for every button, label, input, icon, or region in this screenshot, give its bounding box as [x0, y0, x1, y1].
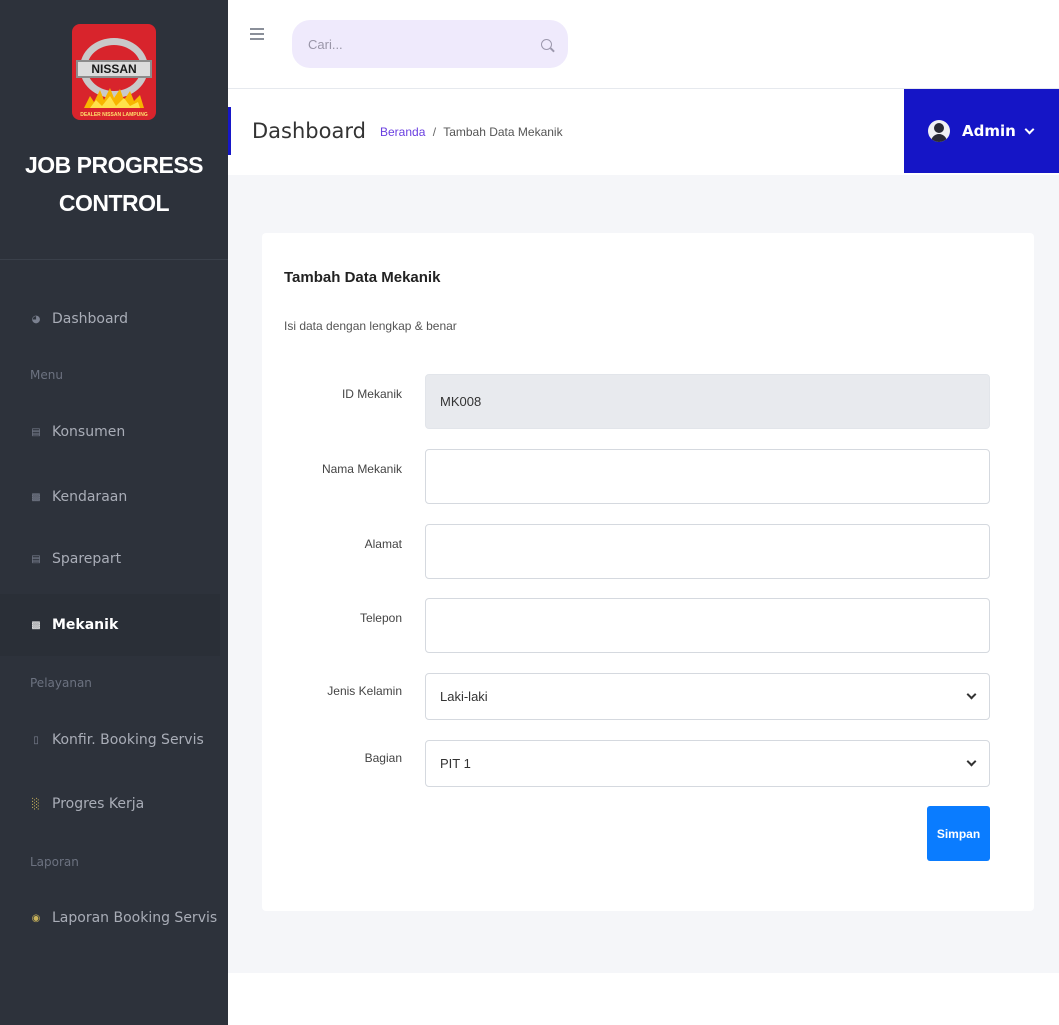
alamat-label: Alamat	[364, 537, 402, 551]
gauge-icon: ◕	[31, 313, 41, 325]
sidebar-item-label: Mekanik	[52, 617, 119, 633]
sidebar-item-label: Konfir. Booking Servis	[52, 732, 204, 748]
sidebar-item-progres-kerja[interactable]: ░ Progres Kerja	[0, 773, 220, 835]
sidebar-item-kendaraan[interactable]: ▩ Kendaraan	[0, 466, 220, 528]
sidebar: NISSAN DEALER NISSAN LAMPUNG JOB PROGRES…	[0, 0, 228, 1025]
chevron-down-icon	[1024, 124, 1035, 134]
page-header: Dashboard Beranda / Tambah Data Mekanik …	[228, 89, 1059, 175]
sidebar-item-sparepart[interactable]: ▤ Sparepart	[0, 528, 220, 590]
breadcrumb-current: Tambah Data Mekanik	[443, 125, 563, 139]
telepon-label: Telepon	[359, 611, 402, 625]
print-icon: ◉	[31, 912, 41, 924]
id-card-icon: ▩	[31, 619, 41, 631]
header-accent-bar	[228, 107, 231, 155]
sidebar-item-dashboard[interactable]: ◕ Dashboard	[0, 288, 220, 350]
sidebar-item-label: Laporan Booking Servis	[52, 910, 218, 926]
jenis-kelamin-label: Jenis Kelamin	[327, 684, 402, 698]
nissan-logo[interactable]: NISSAN DEALER NISSAN LAMPUNG	[72, 24, 156, 120]
app-title: JOB PROGRESS CONTROL	[0, 146, 228, 222]
sidebar-heading-pelayanan: Pelayanan	[30, 676, 92, 690]
app-title-line2: CONTROL	[58, 190, 170, 216]
sidebar-item-konfir-booking[interactable]: ▯ Konfir. Booking Servis	[0, 709, 220, 771]
nama-mekanik-label: Nama Mekanik	[321, 462, 402, 476]
telepon-field[interactable]	[425, 598, 990, 653]
sidebar-heading-laporan: Laporan	[30, 855, 79, 869]
page-title: Dashboard	[252, 119, 366, 143]
file-icon: ▯	[33, 734, 39, 746]
user-menu[interactable]: Admin	[904, 89, 1059, 173]
jenis-kelamin-value: Laki-laki	[440, 689, 488, 704]
topbar	[228, 0, 1059, 89]
breadcrumb-separator: /	[432, 125, 437, 139]
sidebar-item-laporan-booking[interactable]: ◉ Laporan Booking Servis	[0, 887, 220, 949]
search-input[interactable]	[308, 36, 528, 52]
app-root: NISSAN DEALER NISSAN LAMPUNG JOB PROGRES…	[0, 0, 1059, 1025]
main-content: Tambah Data Mekanik Isi data dengan leng…	[228, 175, 1059, 973]
address-card-icon: ▤	[31, 553, 41, 565]
sidebar-item-label: Progres Kerja	[52, 796, 145, 812]
sidebar-item-label: Sparepart	[52, 551, 122, 567]
sidebar-item-label: Konsumen	[52, 424, 126, 440]
bagian-select[interactable]: PIT 1	[425, 740, 990, 787]
user-name: Admin	[962, 122, 1016, 140]
form-card: Tambah Data Mekanik Isi data dengan leng…	[262, 233, 1034, 911]
logo-caption: DEALER NISSAN LAMPUNG	[80, 112, 148, 118]
sidebar-item-label: Kendaraan	[52, 489, 128, 505]
id-mekanik-field[interactable]	[425, 374, 990, 429]
bagian-label: Bagian	[364, 751, 402, 765]
form-subtitle: Isi data dengan lengkap & benar	[284, 319, 457, 333]
save-button[interactable]: Simpan	[927, 806, 990, 861]
alamat-field[interactable]	[425, 524, 990, 579]
form-title: Tambah Data Mekanik	[284, 269, 441, 286]
jenis-kelamin-select[interactable]: Laki-laki	[425, 673, 990, 720]
sidebar-item-label: Dashboard	[52, 311, 128, 327]
menu-toggle-icon[interactable]	[250, 28, 264, 40]
search-box[interactable]	[292, 20, 568, 68]
footer-area	[228, 973, 1059, 1025]
avatar	[928, 120, 950, 142]
sidebar-divider	[0, 259, 228, 260]
logo-brand-text: NISSAN	[76, 60, 152, 78]
app-title-line1: JOB PROGRESS	[24, 152, 204, 178]
address-card-icon: ▤	[31, 426, 41, 438]
id-mekanik-label: ID Mekanik	[341, 387, 402, 401]
search-icon[interactable]	[541, 38, 552, 50]
bar-chart-icon: ░	[32, 798, 40, 810]
sidebar-item-mekanik[interactable]: ▩ Mekanik	[0, 594, 220, 656]
chevron-down-icon	[966, 689, 977, 700]
breadcrumb: Beranda / Tambah Data Mekanik	[380, 125, 563, 139]
chevron-down-icon	[966, 756, 977, 767]
id-card-icon: ▩	[31, 491, 41, 503]
nama-mekanik-field[interactable]	[425, 449, 990, 504]
breadcrumb-home-link[interactable]: Beranda	[380, 125, 425, 139]
bagian-value: PIT 1	[440, 756, 471, 771]
flame-icon	[84, 88, 144, 108]
sidebar-heading-menu: Menu	[30, 368, 63, 382]
sidebar-item-konsumen[interactable]: ▤ Konsumen	[0, 401, 220, 463]
